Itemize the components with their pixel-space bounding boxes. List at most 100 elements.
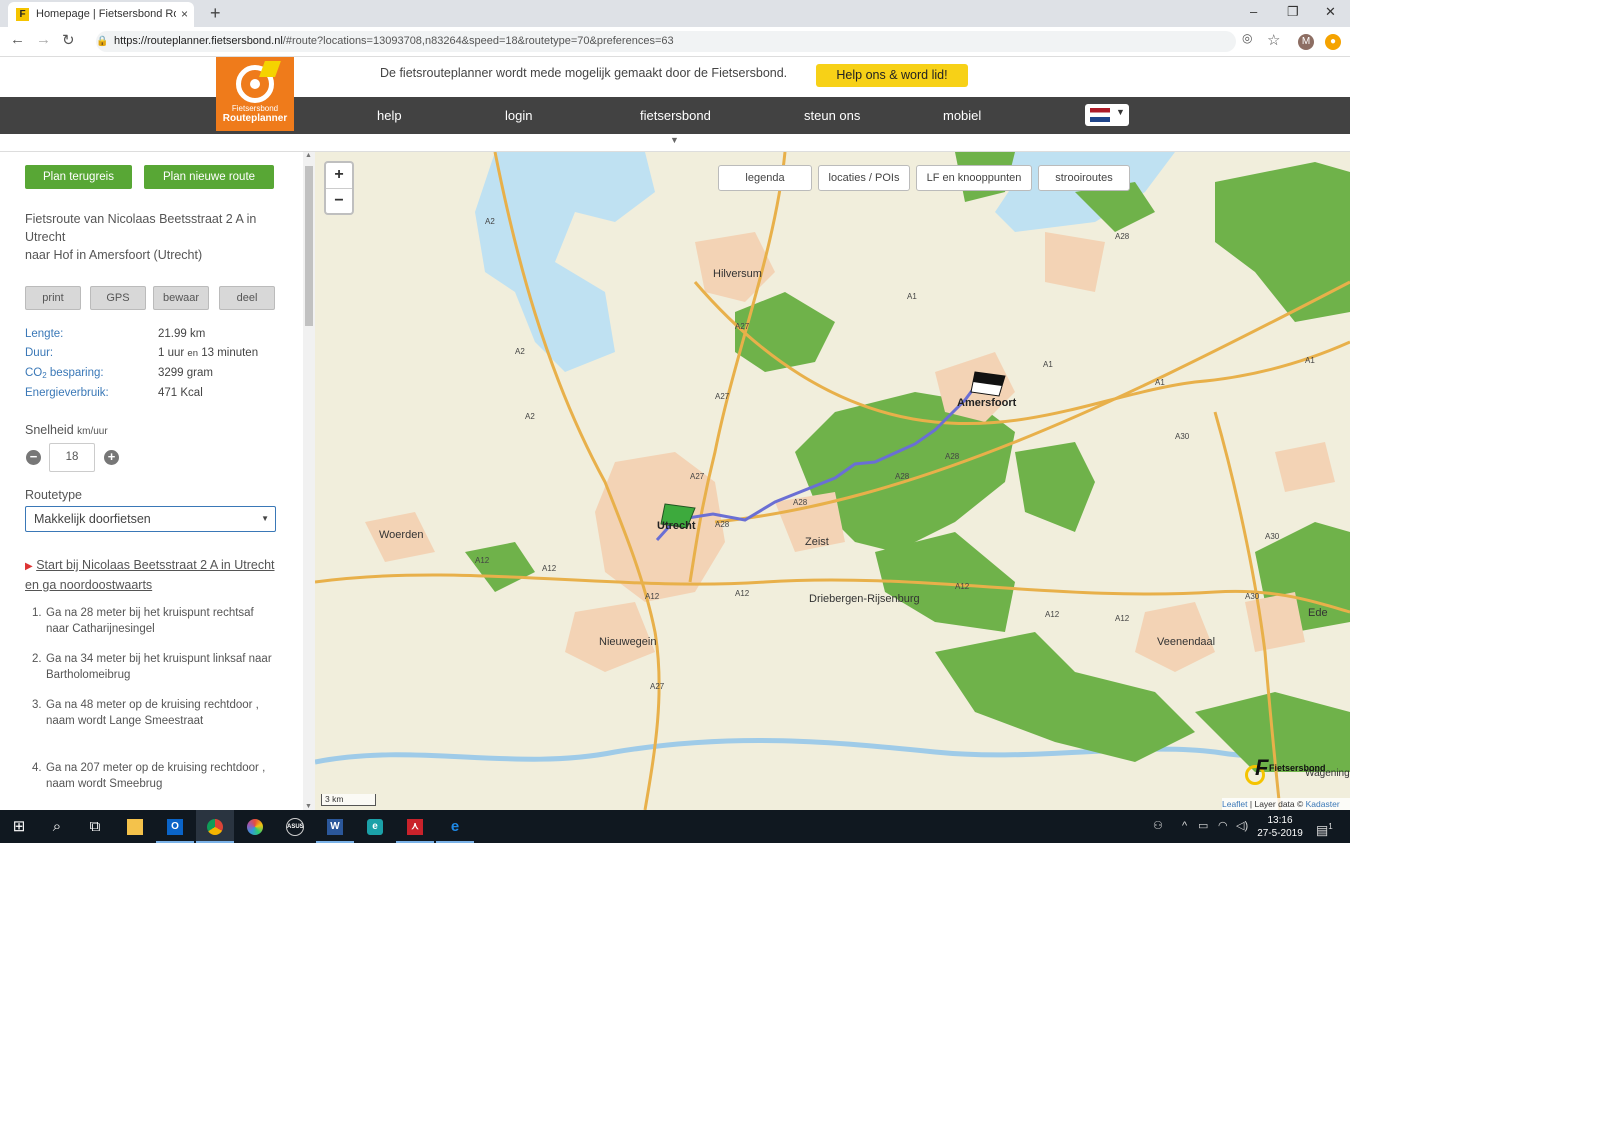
battery-icon[interactable]: ▭	[1198, 810, 1208, 843]
new-tab-button[interactable]: +	[210, 0, 221, 27]
logo-line1: Fietsersbond	[231, 104, 279, 113]
routeplanner-logo[interactable]: Fietsersbond Routeplanner	[216, 57, 294, 131]
chevron-down-icon: ▼	[1116, 107, 1125, 117]
lf-nodes-button[interactable]: LF en knooppunten	[916, 165, 1032, 191]
browser-tab[interactable]: F Homepage | Fietsersbond Routepl ×	[8, 2, 194, 27]
people-icon[interactable]: ⚇	[1153, 810, 1163, 843]
nav-fietsersbond[interactable]: fietsersbond	[640, 97, 711, 134]
road-label: A1	[1043, 360, 1053, 369]
nav-mobiel[interactable]: mobiel	[943, 97, 981, 134]
speed-input[interactable]: 18	[49, 443, 95, 472]
leaflet-link[interactable]: Leaflet	[1222, 799, 1248, 809]
bookmark-star-icon[interactable]: ☆	[1267, 31, 1280, 49]
strooiroutes-button[interactable]: strooiroutes	[1038, 165, 1130, 191]
road-label: A30	[1175, 432, 1190, 441]
zoom-out-button[interactable]: −	[326, 189, 352, 214]
minimize-button[interactable]: –	[1250, 0, 1257, 27]
back-icon[interactable]: ←	[10, 31, 25, 48]
routetype-label: Routetype	[25, 488, 82, 502]
road-label: A28	[715, 520, 730, 529]
speed-increase-button[interactable]: +	[104, 450, 119, 465]
close-window-button[interactable]: ✕	[1325, 0, 1336, 27]
energy-label: Energieverbruik:	[25, 387, 109, 399]
sponsor-text: De fietsrouteplanner wordt mede mogelijk…	[380, 66, 788, 80]
taskbar-clock[interactable]: 13:16 27-5-2019	[1255, 814, 1305, 840]
chrome-icon[interactable]	[196, 810, 234, 843]
join-button[interactable]: Help ons & word lid!	[816, 64, 968, 87]
wifi-icon[interactable]: ◠	[1218, 810, 1228, 843]
speed-label: Snelheid km/uur	[25, 423, 108, 437]
url-path: /#route?locations=13093708,n83264&speed=…	[282, 35, 674, 47]
road-label: A12	[735, 589, 750, 598]
task-view-icon[interactable]: ⧉	[76, 810, 114, 843]
road-label: A27	[690, 472, 705, 481]
road-label: A1	[1155, 378, 1165, 387]
logo-line2: Routeplanner	[222, 113, 288, 124]
edge-icon[interactable]: e	[436, 810, 474, 843]
speed-unit: km/uur	[77, 426, 108, 437]
speed-decrease-button[interactable]: −	[26, 450, 41, 465]
legend-button[interactable]: legenda	[718, 165, 812, 191]
place-label: Ede	[1308, 607, 1328, 619]
address-bar-row: ← → ↻ 🔒 https://routeplanner.fietsersbon…	[0, 27, 1350, 57]
nav-steun-ons[interactable]: steun ons	[804, 97, 860, 134]
road-label: A12	[955, 582, 970, 591]
scroll-up-icon[interactable]: ▲	[305, 152, 312, 159]
scrollbar-thumb[interactable]	[305, 166, 313, 326]
pois-button[interactable]: locaties / POIs	[818, 165, 910, 191]
nav-help[interactable]: help	[377, 97, 402, 134]
nav-login[interactable]: login	[505, 97, 532, 134]
word-icon[interactable]: W	[316, 810, 354, 843]
road-label: A12	[475, 556, 490, 565]
map-tiles	[315, 152, 1350, 810]
road-label: A1	[1305, 356, 1315, 365]
chevron-up-icon[interactable]: ^	[1182, 810, 1187, 843]
place-label: Driebergen-Rijsenburg	[809, 593, 920, 605]
duration-value: 1 uur en 13 minuten	[158, 347, 259, 359]
notification-icon[interactable]: ▤1	[1316, 810, 1333, 843]
place-label: Utrecht	[657, 520, 696, 532]
print-button[interactable]: print	[25, 286, 81, 310]
paint-icon[interactable]	[236, 810, 274, 843]
language-select[interactable]: ▼	[1085, 104, 1129, 126]
routetype-select[interactable]: Makkelijk doorfietsen ▼	[25, 506, 276, 532]
gps-button[interactable]: GPS	[90, 286, 146, 310]
road-label: A27	[650, 682, 665, 691]
road-label: A28	[895, 472, 910, 481]
kadaster-link[interactable]: Kadaster	[1306, 799, 1340, 809]
panel-scrollbar[interactable]: ▲ ▼	[303, 152, 315, 810]
close-tab-icon[interactable]: ×	[181, 2, 188, 27]
scroll-down-icon[interactable]: ▼	[305, 803, 312, 810]
file-explorer-icon[interactable]	[116, 810, 154, 843]
extension-icon[interactable]: ◎	[1242, 31, 1252, 45]
edge-beta-icon[interactable]: e	[356, 810, 394, 843]
share-button[interactable]: deel	[219, 286, 275, 310]
zoom-in-button[interactable]: +	[326, 163, 352, 189]
asus-icon[interactable]: ASUS	[276, 810, 314, 843]
plan-return-button[interactable]: Plan terugreis	[25, 165, 132, 189]
windows-start-icon[interactable]: ⊞	[0, 810, 38, 843]
restore-button[interactable]: ❐	[1287, 0, 1299, 27]
map-canvas[interactable]: Hilversum Amersfoort Utrecht Woerden Zei…	[315, 152, 1350, 810]
clock-time: 13:16	[1267, 815, 1293, 826]
co2-value: 3299 gram	[158, 367, 213, 379]
acrobat-icon[interactable]: ⋏	[396, 810, 434, 843]
start-instruction[interactable]: ▶ Start bij Nicolaas Beetsstraat 2 A in …	[25, 556, 275, 594]
collapse-arrow-icon: ▼	[670, 135, 679, 145]
profile-avatar[interactable]: M	[1298, 34, 1314, 50]
volume-icon[interactable]: ◁)	[1236, 810, 1248, 843]
flag-icon	[259, 61, 281, 77]
outlook-icon[interactable]: O	[156, 810, 194, 843]
routetype-value: Makkelijk doorfietsen	[34, 512, 151, 526]
url-field[interactable]: 🔒 https://routeplanner.fietsersbond.nl/#…	[96, 31, 1236, 52]
url-host: https://routeplanner.fietsersbond.nl	[114, 35, 283, 47]
search-icon[interactable]: ⌕	[38, 810, 76, 843]
co2-label: CO2 besparing:	[25, 367, 104, 380]
forward-icon[interactable]: →	[36, 31, 51, 48]
route-title: Fietsroute van Nicolaas Beetsstraat 2 A …	[25, 210, 295, 264]
plan-new-route-button[interactable]: Plan nieuwe route	[144, 165, 274, 189]
extension-badge-icon[interactable]: ●	[1325, 34, 1341, 50]
save-button[interactable]: bewaar	[153, 286, 209, 310]
collapse-bar[interactable]: ▼	[0, 134, 1350, 152]
reload-icon[interactable]: ↻	[62, 31, 75, 49]
